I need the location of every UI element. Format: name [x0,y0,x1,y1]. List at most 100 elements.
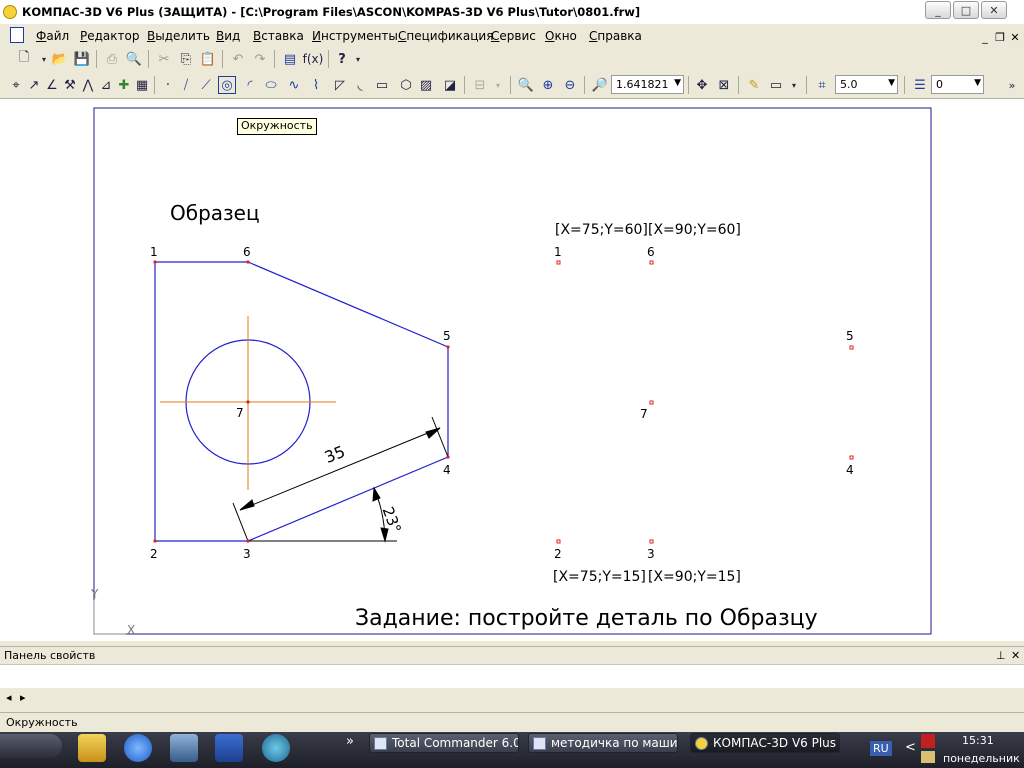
menu-insert[interactable]: Вставка [253,29,304,43]
segment-icon[interactable]: ⟋ [198,77,214,93]
antivirus-tray-icon[interactable] [921,734,935,748]
new-file-icon[interactable]: 🗋 [16,50,32,67]
tray-expand-icon[interactable]: < [905,740,916,755]
task-total-commander[interactable]: Total Commander 6.0... [369,733,519,753]
drawing-canvas[interactable]: 35 23° 1 6 5 7 4 2 3 Образец [X=75;Y=60]… [0,99,1024,641]
parametrize-icon[interactable]: ⋀ [80,77,96,93]
symbols-icon[interactable]: ∠ [44,77,60,93]
properties-panel-body[interactable] [0,664,1024,690]
edit-icon[interactable]: ⚒ [62,77,78,93]
quicklaunch-expand-icon[interactable]: » [346,734,354,749]
view-manager-icon[interactable]: ▭ [768,77,784,93]
paste-icon[interactable]: 📋 [200,51,216,67]
print-preview-icon[interactable]: 🔍 [126,51,142,67]
toolbar-overflow-icon[interactable]: » [1004,77,1020,93]
dimensions-icon[interactable]: ↗ [26,77,42,93]
tray-app-icon[interactable] [921,751,935,763]
panel-next-icon[interactable]: ▸ [20,691,26,704]
view-dropdown-icon[interactable]: ▾ [786,77,802,93]
variables-fx-icon[interactable]: f(x) [302,51,324,67]
taskbar: » Total Commander 6.0... методичка по ма… [0,732,1024,768]
properties-icon[interactable]: ✎ [746,77,762,93]
layer-combo[interactable]: 0 ▼ [931,75,984,94]
task-word-document[interactable]: методичка по маши... [528,733,678,753]
drawing-svg[interactable]: 35 23° 1 6 5 7 4 2 3 Образец [X=75;Y=60]… [0,99,1024,641]
panel-prev-icon[interactable]: ◂ [6,691,12,704]
desktop-icon[interactable] [170,734,198,762]
spec-icon[interactable]: ▦ [134,77,150,93]
show-all-icon[interactable]: ⊠ [716,77,732,93]
undo-icon[interactable]: ↶ [230,51,246,67]
cut-icon[interactable]: ✂ [156,51,172,67]
pan-icon[interactable]: ✥ [694,77,710,93]
chevron-down-icon[interactable]: ▼ [888,78,895,88]
panel-close-icon[interactable]: ✕ [1011,649,1020,662]
linear-dimension[interactable] [232,416,449,542]
close-button[interactable]: ✕ [981,1,1007,19]
zoom-out-icon[interactable]: ⊖ [562,77,578,93]
cursor-step-combo[interactable]: 5.0 ▼ [835,75,898,94]
mdi-close-button[interactable]: ✕ [1008,31,1022,44]
snap-grid-icon[interactable]: ⌖ [8,77,24,93]
chevron-down-icon[interactable]: ▼ [674,78,681,88]
fillet-icon[interactable]: ◟ [352,77,368,93]
zoom-scale-icon[interactable]: 🔎 [592,77,608,93]
help-dropdown-icon[interactable]: ▾ [350,51,366,67]
kompas-app-icon[interactable] [3,5,17,19]
arc-icon[interactable]: ◜ [242,77,258,93]
circle-tool-icon[interactable]: ◎ [218,76,236,94]
calculator-icon[interactable]: ▤ [282,51,298,67]
document-icon[interactable] [10,27,24,43]
language-indicator[interactable]: RU [870,741,892,756]
redo-icon[interactable]: ↷ [252,51,268,67]
rectangle-icon[interactable]: ▭ [374,77,390,93]
polygon-icon[interactable]: ⬡ [398,77,414,93]
internet-explorer-icon[interactable] [124,734,152,762]
total-commander-quicklaunch-icon[interactable] [78,734,106,762]
context-help-icon[interactable]: ? [334,51,350,67]
chamfer-icon[interactable]: ◸ [332,77,348,93]
print-icon[interactable]: ⎙ [104,51,120,67]
angle-dimension[interactable] [248,486,397,543]
menu-file[interactable]: Файл [36,29,69,43]
polyline-icon[interactable]: ⌇ [308,77,324,93]
fill-icon[interactable]: ◪ [442,77,458,93]
clock-time[interactable]: 15:31 [962,734,994,747]
menu-service[interactable]: Сервис [491,29,536,43]
menu-specification[interactable]: Спецификация [398,29,493,43]
start-button[interactable] [0,734,62,758]
point-icon[interactable]: · [160,77,176,93]
mdi-restore-button[interactable]: ❐ [993,31,1007,44]
menu-select[interactable]: Выделить [147,29,210,43]
zoom-in-icon[interactable]: ⊕ [540,77,556,93]
network-app-icon[interactable] [262,734,290,762]
hatch-icon[interactable]: ▨ [418,77,434,93]
menu-tools[interactable]: Инструменты [312,29,398,43]
ellipse-icon[interactable]: ⬭ [263,77,279,93]
grid-step-icon[interactable]: ⌗ [814,77,830,93]
floppy-save-icon[interactable] [215,734,243,762]
zoom-scale-combo[interactable]: 1.641821 ▼ [611,75,684,94]
spline-icon[interactable]: ∿ [286,77,302,93]
chevron-down-icon[interactable]: ▼ [974,78,981,88]
layers-icon[interactable]: ☰ [912,77,928,93]
task-kompas[interactable]: КОМПАС-3D V6 Plus ... [690,733,840,753]
new-dropdown-icon[interactable]: ▾ [36,51,52,67]
measure-icon[interactable]: ⊿ [98,77,114,93]
maximize-button[interactable]: □ [953,1,979,19]
macro-dropdown-icon[interactable]: ▾ [490,77,506,93]
aux-line-icon[interactable]: ⧸ [178,77,194,93]
open-folder-icon[interactable]: 📂 [52,51,68,67]
menu-window[interactable]: Окно [545,29,577,43]
zoom-window-icon[interactable]: 🔍 [518,77,534,93]
minimize-button[interactable]: _ [925,1,951,19]
save-icon[interactable]: 💾 [74,51,90,67]
menu-help[interactable]: Справка [589,29,642,43]
copy-icon[interactable]: ⎘ [178,51,194,67]
mdi-minimize-button[interactable]: _ [978,31,992,44]
menu-editor[interactable]: Редактор [80,29,139,43]
select-icon[interactable]: ✚ [116,77,132,93]
menu-view[interactable]: Вид [216,29,240,43]
macro-icon[interactable]: ⊟ [472,77,488,93]
pin-icon[interactable]: ⊥ [996,649,1006,662]
